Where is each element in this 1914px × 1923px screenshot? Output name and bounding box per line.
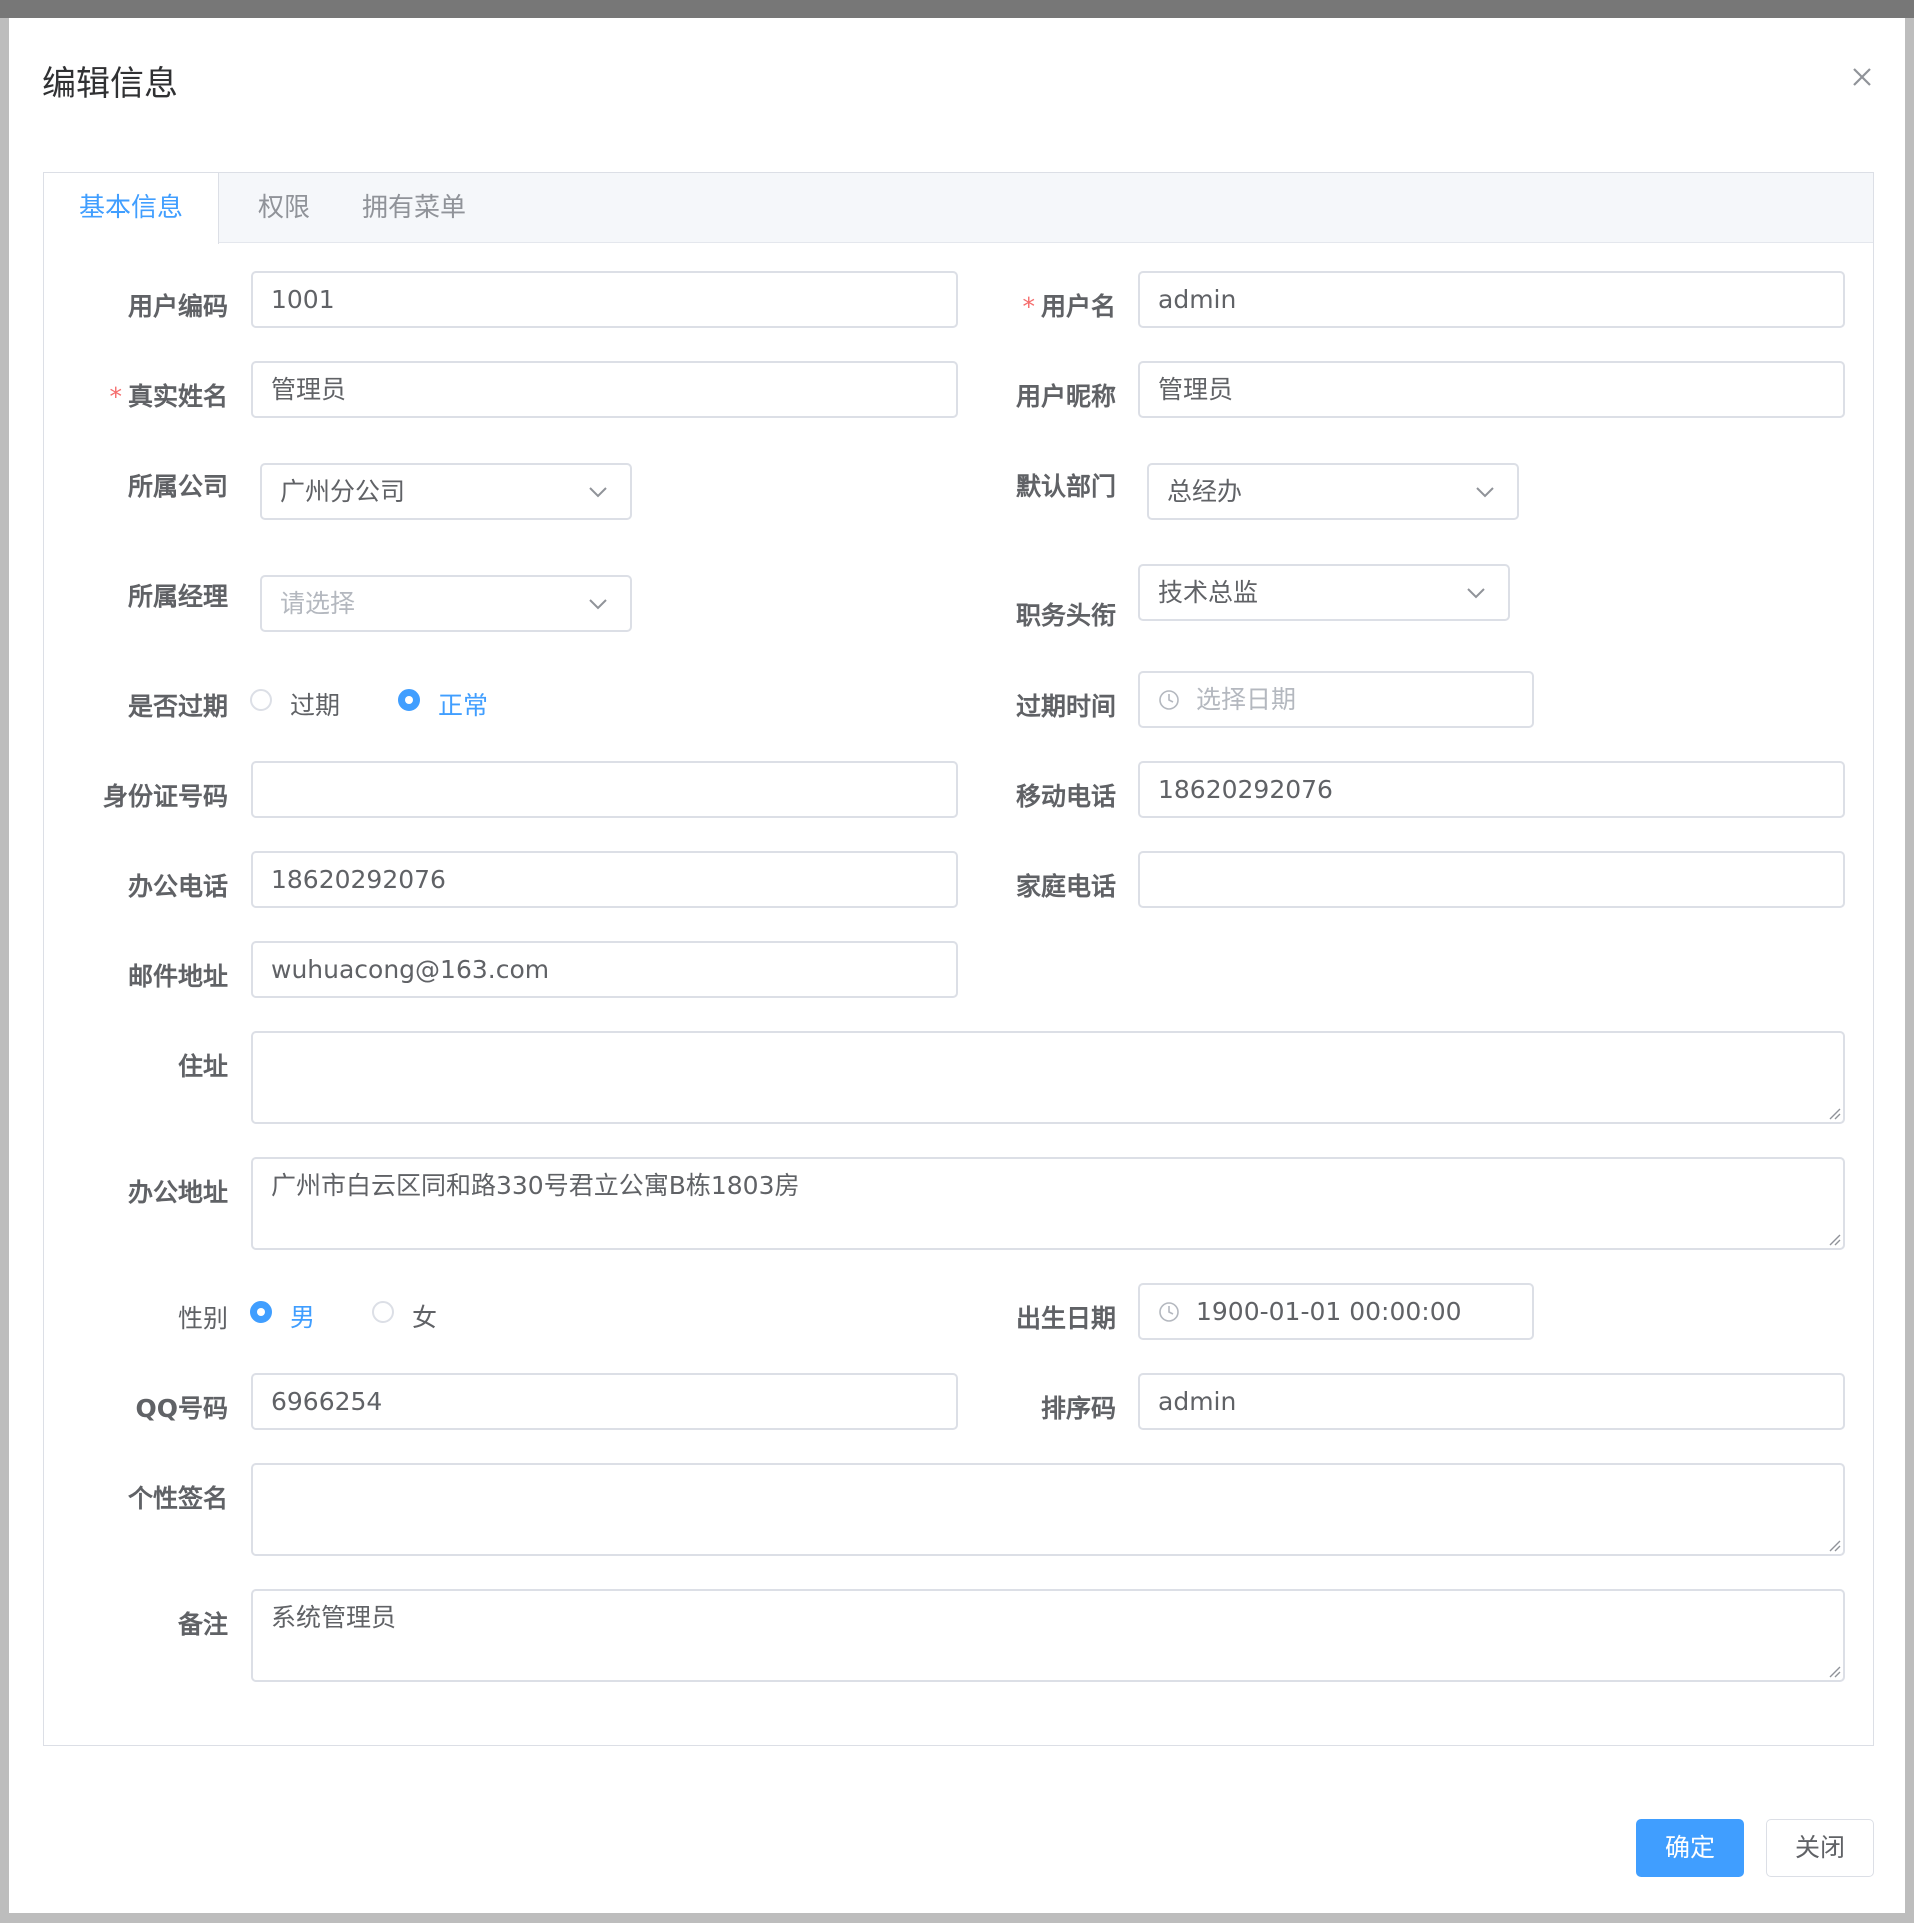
qq-input[interactable]: 6966254 — [251, 1373, 958, 1430]
edit-dialog: 编辑信息 基本信息 权限 拥有菜单 用户编码 1001 * 用户名 admin *… — [9, 18, 1905, 1913]
company-select-value: 广州分公司 — [280, 477, 406, 506]
user-code-input[interactable]: 1001 — [251, 271, 958, 328]
job-title-label: 职务头衔 — [1015, 601, 1116, 630]
nickname-input[interactable]: 管理员 — [1138, 361, 1845, 418]
username-label: * 用户名 — [916, 287, 1116, 323]
required-mark: * — [1022, 292, 1035, 321]
department-select[interactable]: 总经办 — [1147, 463, 1519, 520]
sort-code-label: 排序码 — [1040, 1394, 1116, 1423]
sort-code-input[interactable]: admin — [1138, 1373, 1845, 1430]
remark-textarea[interactable]: 系统管理员 — [251, 1589, 1845, 1682]
job-title-select[interactable]: 技术总监 — [1138, 564, 1510, 621]
home-phone-label: 家庭电话 — [1015, 872, 1116, 901]
resize-grip-icon[interactable] — [1825, 1536, 1841, 1552]
resize-grip-icon[interactable] — [1825, 1104, 1841, 1120]
clock-icon — [1159, 1302, 1179, 1322]
company-select[interactable]: 广州分公司 — [260, 463, 632, 520]
remark-label: 备注 — [177, 1610, 228, 1639]
real-name-input[interactable]: 管理员 — [251, 361, 958, 418]
real-name-label-text: 真实姓名 — [127, 382, 228, 411]
birthday-label: 出生日期 — [1015, 1304, 1116, 1333]
nickname-label: 用户昵称 — [1015, 382, 1116, 411]
manager-select[interactable]: 请选择 — [260, 575, 632, 632]
confirm-button[interactable]: 确定 — [1636, 1819, 1744, 1877]
required-mark: * — [109, 382, 122, 411]
expired-label: 是否过期 — [127, 692, 228, 721]
expired-radio-normal[interactable] — [398, 689, 420, 711]
birthday-picker[interactable]: 1900-01-01 00:00:00 — [1138, 1283, 1534, 1340]
close-button[interactable]: 关闭 — [1766, 1819, 1874, 1877]
department-select-value: 总经办 — [1167, 477, 1243, 506]
expired-option-normal[interactable]: 正常 — [438, 686, 488, 722]
gender-option-female[interactable]: 女 — [412, 1298, 437, 1334]
mobile-label: 移动电话 — [1015, 782, 1116, 811]
email-input[interactable]: wuhuacong@163.com — [251, 941, 958, 998]
company-label: 所属公司 — [127, 472, 228, 501]
chevron-down-icon — [1467, 588, 1485, 599]
expire-time-label: 过期时间 — [1015, 692, 1116, 721]
home-phone-input[interactable] — [1138, 851, 1845, 908]
tab-permissions[interactable]: 权限 — [239, 173, 329, 244]
office-address-value: 广州市白云区同和路330号君立公寓B栋1803房 — [271, 1171, 800, 1200]
office-address-textarea[interactable]: 广州市白云区同和路330号君立公寓B栋1803房 — [251, 1157, 1845, 1250]
chevron-down-icon — [1476, 487, 1494, 498]
department-label: 默认部门 — [1015, 472, 1116, 501]
office-phone-label: 办公电话 — [127, 872, 228, 901]
window-top-bar — [0, 0, 1914, 18]
expired-radio-expired[interactable] — [250, 689, 272, 711]
office-address-label: 办公地址 — [127, 1178, 228, 1207]
email-label: 邮件地址 — [127, 962, 228, 991]
chevron-down-icon — [589, 487, 607, 498]
expire-time-placeholder: 选择日期 — [1196, 685, 1297, 714]
resize-grip-icon[interactable] — [1825, 1662, 1841, 1678]
dialog-title: 编辑信息 — [42, 64, 178, 104]
manager-label: 所属经理 — [127, 582, 228, 611]
remark-value: 系统管理员 — [271, 1603, 397, 1632]
manager-select-placeholder: 请选择 — [280, 589, 356, 618]
qq-label: QQ号码 — [135, 1394, 228, 1423]
user-code-label: 用户编码 — [127, 292, 228, 321]
close-icon[interactable] — [1847, 62, 1877, 92]
tab-owned-menus[interactable]: 拥有菜单 — [349, 173, 479, 244]
tab-basic-info[interactable]: 基本信息 — [44, 173, 219, 244]
id-number-label: 身份证号码 — [102, 782, 228, 811]
real-name-label: * 真实姓名 — [28, 377, 228, 413]
chevron-down-icon — [589, 599, 607, 610]
expired-option-expired[interactable]: 过期 — [290, 686, 340, 722]
signature-label: 个性签名 — [127, 1484, 228, 1513]
gender-radio-female[interactable] — [372, 1301, 394, 1323]
mobile-input[interactable]: 18620292076 — [1138, 761, 1845, 818]
username-input[interactable]: admin — [1138, 271, 1845, 328]
tab-bar: 基本信息 权限 拥有菜单 — [44, 173, 1873, 244]
gender-label: 性别 — [177, 1304, 228, 1333]
username-label-text: 用户名 — [1040, 292, 1116, 321]
id-number-input[interactable] — [251, 761, 958, 818]
address-label: 住址 — [177, 1052, 228, 1081]
resize-grip-icon[interactable] — [1825, 1230, 1841, 1246]
gender-radio-male[interactable] — [250, 1301, 272, 1323]
gender-option-male[interactable]: 男 — [290, 1298, 315, 1334]
office-phone-input[interactable]: 18620292076 — [251, 851, 958, 908]
expire-time-picker[interactable]: 选择日期 — [1138, 671, 1534, 728]
clock-icon — [1159, 690, 1179, 710]
birthday-value: 1900-01-01 00:00:00 — [1196, 1297, 1462, 1326]
signature-textarea[interactable] — [251, 1463, 1845, 1556]
job-title-select-value: 技术总监 — [1158, 578, 1259, 607]
address-textarea[interactable] — [251, 1031, 1845, 1124]
